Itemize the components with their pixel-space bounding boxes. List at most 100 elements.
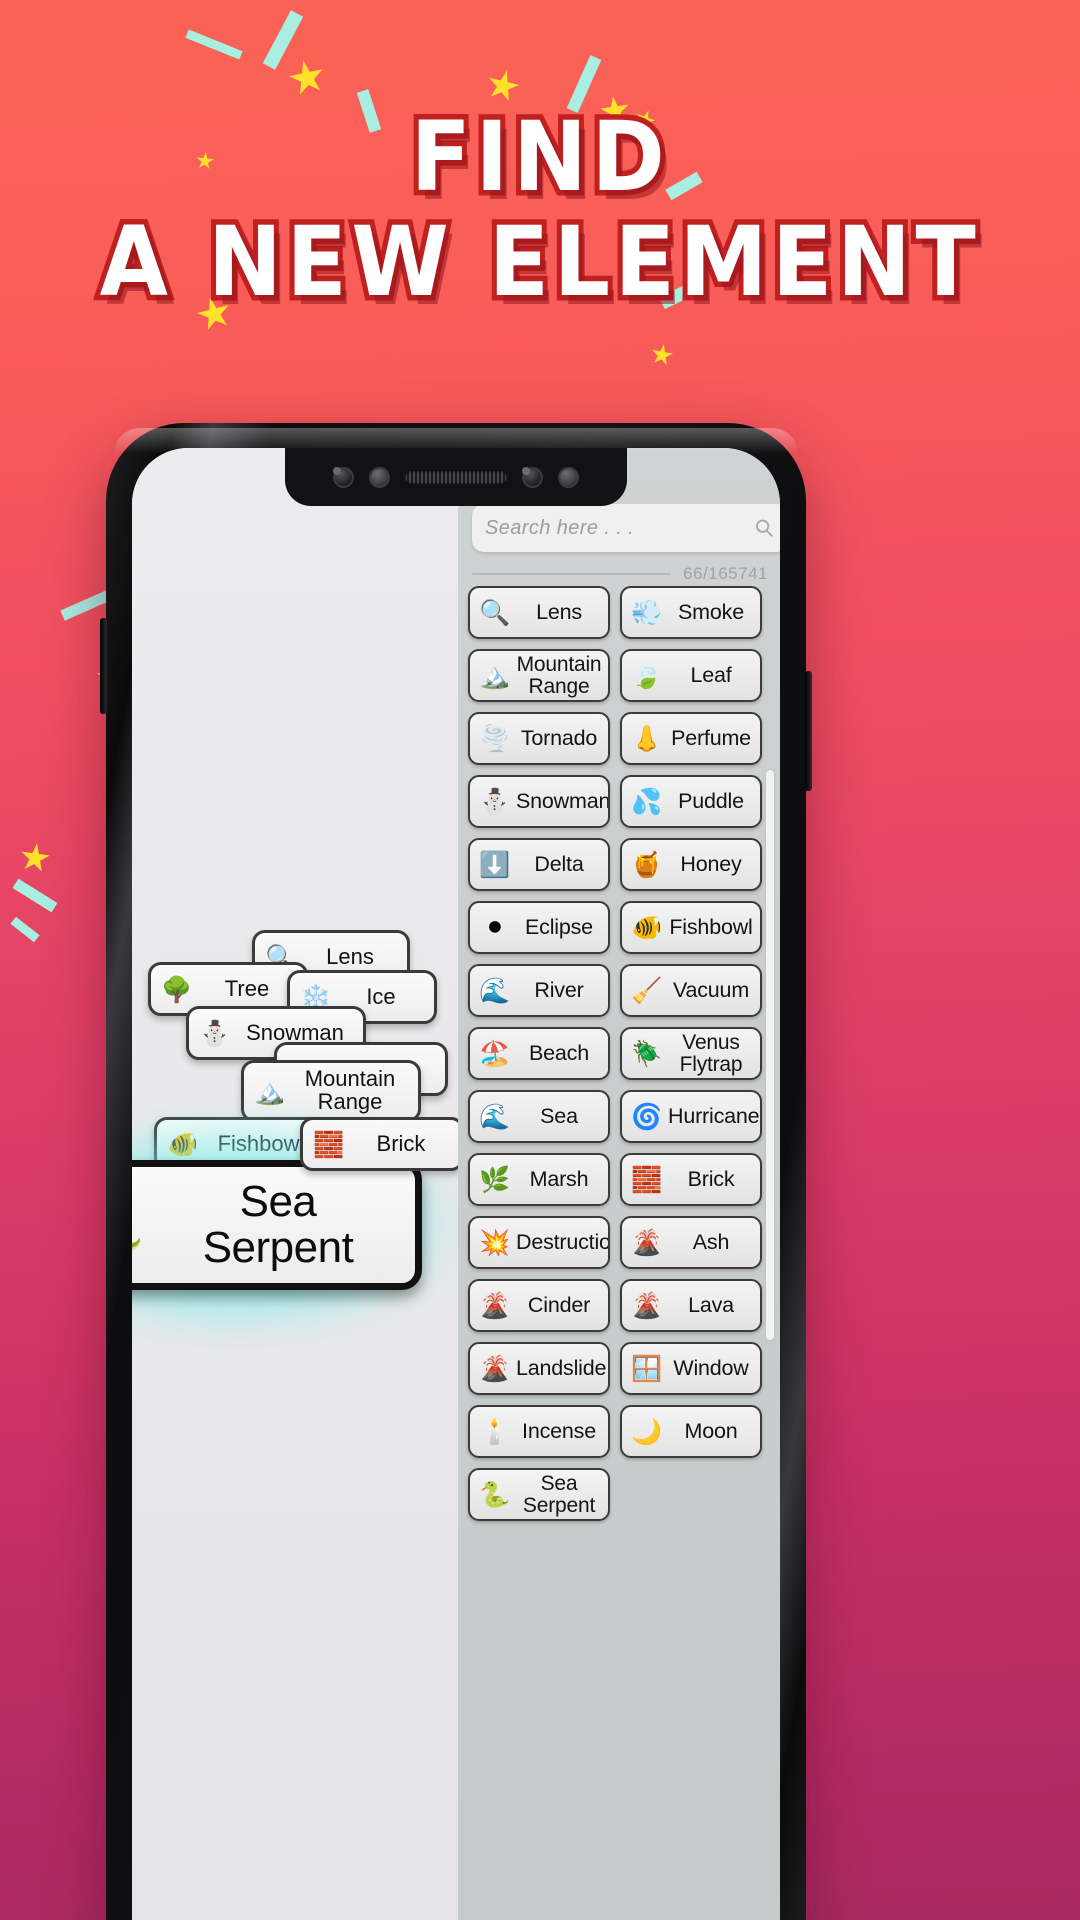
- element-list-item[interactable]: ⚫ Eclipse: [468, 901, 610, 954]
- new-element-label: Sea Serpent: [202, 1177, 354, 1272]
- element-list-item[interactable]: 🌊 River: [468, 964, 610, 1017]
- element-list-item-label: Brick: [687, 1166, 735, 1191]
- honey-icon: 🍯: [631, 850, 663, 879]
- confetti-star-icon: [649, 342, 674, 367]
- element-list-item[interactable]: 🪟 Window: [620, 1342, 762, 1395]
- element-list-item-label: Hurricane: [668, 1103, 760, 1128]
- element-list-item[interactable]: 🏔️ Mountain Range: [468, 649, 610, 702]
- canvas-element-card[interactable]: 🧱 Brick: [300, 1117, 458, 1171]
- delta-icon: ⬇️: [479, 850, 511, 879]
- snowman-icon: ⛄: [199, 1018, 231, 1048]
- element-list-item[interactable]: 🪲 Venus Flytrap: [620, 1027, 762, 1080]
- ash-icon: 🌋: [631, 1228, 663, 1257]
- element-list-item[interactable]: 🌙 Moon: [620, 1405, 762, 1458]
- phone-notch: [285, 448, 627, 506]
- element-list-item-label: Leaf: [690, 662, 732, 687]
- element-list-item-label: Sea: [540, 1103, 578, 1128]
- canvas-element-card-label: Lens: [326, 943, 374, 969]
- sea-icon: 🌊: [479, 1102, 511, 1131]
- element-list-item[interactable]: 🔍 Lens: [468, 586, 610, 639]
- ambient-light-sensor-icon: [558, 466, 579, 488]
- tree-icon: 🌳: [161, 974, 193, 1004]
- beach-icon: 🏖️: [479, 1039, 511, 1068]
- phone-volume-button[interactable]: [100, 618, 107, 714]
- canvas-element-card-label: Brick: [376, 1130, 426, 1156]
- confetti-shard-icon: [12, 878, 58, 913]
- element-list-item[interactable]: 💨 Smoke: [620, 586, 762, 639]
- element-counter: 66/165741: [683, 564, 768, 583]
- element-list-item-label: Fishbowl: [669, 914, 753, 939]
- element-list-item[interactable]: ⬇️ Delta: [468, 838, 610, 891]
- confetti-shard-icon: [262, 10, 304, 70]
- proximity-sensor-icon: [369, 466, 390, 488]
- phone-power-button[interactable]: [805, 671, 812, 791]
- element-list-item-label: Landslide: [516, 1355, 607, 1380]
- element-list-item[interactable]: ⛄ Snowman: [468, 775, 610, 828]
- window-icon: 🪟: [631, 1354, 663, 1383]
- element-list-item-label: Snowman: [516, 788, 610, 813]
- front-camera-icon: [333, 466, 354, 488]
- incense-icon: 🕯️: [479, 1417, 511, 1446]
- leaf-icon: 🍃: [631, 661, 663, 690]
- mountain-range-icon: 🏔️: [479, 661, 511, 690]
- element-list-item[interactable]: 🌿 Marsh: [468, 1153, 610, 1206]
- element-list-item[interactable]: 🌋 Ash: [620, 1216, 762, 1269]
- hurricane-icon: 🌀: [631, 1102, 663, 1131]
- meta-divider: [472, 573, 672, 575]
- element-list-item[interactable]: 🕯️ Incense: [468, 1405, 610, 1458]
- canvas-element-card-label: Snowman: [246, 1019, 344, 1045]
- new-element-card[interactable]: 🐍 Sea Serpent: [132, 1160, 422, 1290]
- element-list-item[interactable]: 🧹 Vacuum: [620, 964, 762, 1017]
- confetti-star-icon: [18, 841, 52, 875]
- confetti-shard-icon: [10, 916, 40, 943]
- phone-screen: 🔍Lens🌳Tree❄️Ice⛄Snowman⚫Eclipse🏔️Mountai…: [132, 448, 780, 1920]
- promo-banner: FIND A NEW ELEMENT 🔍 Lens 🌳 Tree ❄️ Ice ⛄ Snowm…: [0, 0, 1080, 1920]
- element-list-item[interactable]: 🧱 Brick: [620, 1153, 762, 1206]
- element-list-item-label: Cinder: [527, 1292, 591, 1317]
- depth-camera-icon: [522, 466, 543, 488]
- workspace-canvas[interactable]: 🔍Lens🌳Tree❄️Ice⛄Snowman⚫Eclipse🏔️Mountai…: [132, 448, 458, 1920]
- element-list-item[interactable]: 🌪️ Tornado: [468, 712, 610, 765]
- sea-serpent-icon: 🐍: [132, 1196, 147, 1254]
- headline-line-2: A NEW ELEMENT: [95, 206, 981, 319]
- element-list-item-label: Tornado: [520, 725, 598, 750]
- element-list-item[interactable]: 🐠 Fishbowl: [620, 901, 762, 954]
- smoke-icon: 💨: [631, 598, 663, 627]
- canvas-element-card-label: Ice: [366, 983, 396, 1009]
- search-row: [472, 504, 780, 552]
- element-list-item[interactable]: 🍯 Honey: [620, 838, 762, 891]
- element-list-item-label: Honey: [680, 851, 742, 876]
- moon-icon: 🌙: [631, 1417, 663, 1446]
- element-list-item[interactable]: 🍃 Leaf: [620, 649, 762, 702]
- cinder-icon: 🌋: [479, 1291, 511, 1320]
- destruction-icon: 💥: [479, 1228, 511, 1257]
- element-list-item[interactable]: 💥Destruction: [468, 1216, 610, 1269]
- element-list-item[interactable]: 🌊 Sea: [468, 1090, 610, 1143]
- element-list-item[interactable]: 🐍 Sea Serpent: [468, 1468, 610, 1521]
- marsh-icon: 🌿: [479, 1165, 511, 1194]
- element-list-item-label: Mountain Range: [516, 653, 602, 698]
- element-list-item[interactable]: 🌋 Cinder: [468, 1279, 610, 1332]
- element-list-item[interactable]: 💦 Puddle: [620, 775, 762, 828]
- search-box[interactable]: [472, 504, 780, 552]
- element-list-item-label: Smoke: [678, 599, 744, 624]
- search-icon: [756, 519, 773, 537]
- element-list-item-label: Marsh: [529, 1166, 589, 1191]
- element-list-item-label: Vacuum: [672, 977, 750, 1002]
- search-input[interactable]: [485, 516, 753, 540]
- element-list[interactable]: 🔍 Lens 💨 Smoke 🏔️ Mountain Range 🍃 Leaf 🌪️ Tornad…: [468, 582, 762, 1920]
- element-list-item[interactable]: 🏖️ Beach: [468, 1027, 610, 1080]
- canvas-element-card-label: Tree: [224, 975, 270, 1001]
- element-list-item-label: Ash: [692, 1229, 730, 1254]
- element-list-item[interactable]: 🌋 Lava: [620, 1279, 762, 1332]
- element-list-item-label: Beach: [529, 1040, 589, 1065]
- element-list-item[interactable]: 🌀 Hurricane: [620, 1090, 762, 1143]
- element-list-item[interactable]: 🌋 Landslide: [468, 1342, 610, 1395]
- element-list-item-label: Perfume: [671, 725, 751, 750]
- list-scrollbar[interactable]: [766, 770, 774, 1340]
- element-list-item[interactable]: 👃 Perfume: [620, 712, 762, 765]
- element-list-item-label: Lens: [536, 599, 582, 624]
- element-list-item-label: Sea Serpent: [522, 1472, 596, 1517]
- canvas-element-card-label: Mountain Range: [304, 1066, 396, 1114]
- lens-icon: 🔍: [479, 598, 511, 627]
